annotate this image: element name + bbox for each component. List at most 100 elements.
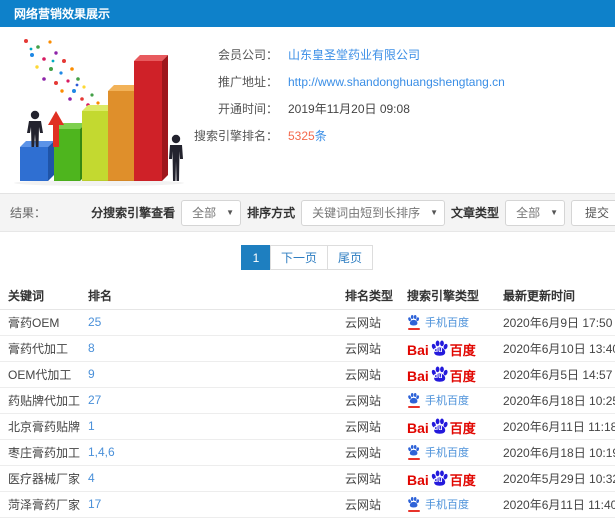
baidu-logo: Bai du 百度 bbox=[407, 339, 476, 357]
bar-chart-growth-image bbox=[14, 39, 184, 186]
baidu-logo-du: du bbox=[433, 346, 443, 354]
baidu-logo-paw: du bbox=[430, 417, 449, 435]
rank-type-cell: 云网站 bbox=[337, 387, 399, 414]
column-header: 排名 bbox=[80, 282, 337, 310]
keyword-cell: 菏泽膏药厂家 bbox=[0, 491, 80, 518]
page-link[interactable]: 下一页 bbox=[269, 245, 328, 270]
baidu-paw-icon bbox=[408, 497, 420, 508]
engine-label: 手机百度 bbox=[425, 499, 469, 511]
mobile-baidu-badge: 手机百度 bbox=[407, 392, 469, 408]
ground-shadow bbox=[14, 180, 184, 186]
submit-button[interactable]: 提交 bbox=[571, 199, 615, 226]
info-row: 搜索引擎排名： 5325条 bbox=[186, 122, 615, 149]
info-label: 搜索引擎排名： bbox=[193, 129, 278, 143]
table-header-row: 关键词 排名 排名类型 搜索引擎类型 最新更新时间 bbox=[0, 282, 615, 310]
info-row: 会员公司： 山东皇圣堂药业有限公司 bbox=[186, 41, 615, 68]
rank-link[interactable]: 8 bbox=[88, 341, 95, 355]
select-value: 全部 bbox=[516, 206, 541, 220]
filter-select-2[interactable]: 全部 ▼ bbox=[505, 199, 565, 226]
table-row: OEM代加工 9 云网站 Bai du 百度 2020年6月5日 14:57 bbox=[0, 361, 615, 388]
rank-link[interactable]: 27 bbox=[88, 393, 101, 407]
hero-section: 会员公司： 山东皇圣堂药业有限公司 推广地址： http://www.shandong… bbox=[0, 27, 615, 193]
rank-link[interactable]: 1,4,6 bbox=[88, 445, 115, 459]
keyword-cell: 膏药OEM bbox=[0, 309, 80, 336]
rank-cell: 17 bbox=[80, 491, 337, 518]
info-label: 推广地址： bbox=[217, 75, 278, 89]
table-row: 膏药OEM 25 云网站 手机百度 2020年6月9日 17:50 bbox=[0, 309, 615, 336]
rank-type-cell: 云网站 bbox=[337, 491, 399, 518]
chevron-down-icon: ▼ bbox=[550, 208, 558, 217]
baidu-paw-icon bbox=[408, 445, 420, 456]
page-current[interactable]: 1 bbox=[240, 245, 271, 270]
updated-time-cell: 2020年6月10日 13:40 bbox=[495, 335, 615, 362]
filter-label-0: 分搜索引擎查看 bbox=[91, 206, 176, 220]
table-row: 枣庄膏药加工 1,4,6 云网站 手机百度 2020年6月18日 10:19 bbox=[0, 439, 615, 466]
engine-cell: Bai du 百度 bbox=[399, 465, 495, 492]
table-row: 药贴牌代加工 27 云网站 手机百度 2020年6月18日 10:25 bbox=[0, 387, 615, 414]
mobile-baidu-badge: 手机百度 bbox=[407, 314, 469, 330]
info-label: 开通时间： bbox=[217, 102, 278, 116]
info-row: 推广地址： http://www.shandonghuangshengtang.c… bbox=[186, 68, 615, 95]
rank-link[interactable]: 25 bbox=[88, 315, 101, 329]
filter-select-1[interactable]: 关键词由短到长排序 ▼ bbox=[301, 199, 446, 226]
updated-time-cell: 2020年6月11日 11:40 bbox=[495, 491, 615, 518]
baidu-logo-du: du bbox=[433, 424, 443, 432]
baidu-logo-cn: 百度 bbox=[449, 472, 476, 488]
header-bar: 网络营销效果展示 bbox=[0, 0, 615, 27]
engine-cell: 手机百度 bbox=[399, 387, 495, 414]
engine-label: 手机百度 bbox=[425, 447, 469, 459]
select-value: 全部 bbox=[192, 206, 217, 220]
rank-link[interactable]: 9 bbox=[88, 367, 95, 381]
updated-time-cell: 2020年5月29日 10:32 bbox=[495, 465, 615, 492]
rank-type-cell: 云网站 bbox=[337, 439, 399, 466]
baidu-logo-cn: 百度 bbox=[449, 368, 476, 384]
keywords-table: 关键词 排名 排名类型 搜索引擎类型 最新更新时间 膏药OEM 25 云网站 手机百度 202… bbox=[0, 282, 615, 518]
engine-cell: Bai du 百度 bbox=[399, 413, 495, 440]
updated-time-cell: 2020年6月18日 10:25 bbox=[495, 387, 615, 414]
engine-cell: 手机百度 bbox=[399, 491, 495, 518]
rank-cell: 4 bbox=[80, 465, 337, 492]
info-value[interactable]: http://www.shandonghuangshengtang.cn bbox=[278, 75, 505, 89]
rank-link[interactable]: 1 bbox=[88, 419, 95, 433]
table-head: 关键词 排名 排名类型 搜索引擎类型 最新更新时间 bbox=[0, 282, 615, 310]
table-body: 膏药OEM 25 云网站 手机百度 2020年6月9日 17:50 膏药代加工 8 云网站 B… bbox=[0, 309, 615, 518]
rank-cell: 8 bbox=[80, 335, 337, 362]
pagination: 1 下一页 尾页 bbox=[0, 232, 615, 282]
select-value: 关键词由短到长排序 bbox=[312, 206, 421, 220]
info-value[interactable]: 山东皇圣堂药业有限公司 bbox=[278, 46, 420, 63]
baidu-logo-cn: 百度 bbox=[449, 342, 476, 358]
rank-cell: 1,4,6 bbox=[80, 439, 337, 466]
mobile-baidu-icon bbox=[407, 496, 420, 512]
mobile-baidu-icon bbox=[407, 444, 420, 460]
baidu-paw-icon bbox=[408, 393, 420, 404]
rank-link[interactable]: 17 bbox=[88, 497, 101, 511]
mobile-baidu-badge: 手机百度 bbox=[407, 444, 469, 460]
baidu-logo-paw: du bbox=[430, 339, 449, 357]
baidu-logo-cn: 百度 bbox=[449, 420, 476, 436]
baidu-logo-paw: du bbox=[430, 365, 449, 383]
baidu-logo: Bai du 百度 bbox=[407, 365, 476, 383]
result-label: 结果： bbox=[10, 206, 47, 220]
businessman-right bbox=[169, 134, 183, 181]
baidu-logo-bai: Bai bbox=[407, 419, 429, 436]
rank-cell: 9 bbox=[80, 361, 337, 388]
rank-link[interactable]: 4 bbox=[88, 471, 95, 485]
info-label: 会员公司： bbox=[217, 48, 278, 62]
mobile-baidu-badge: 手机百度 bbox=[407, 496, 469, 512]
rank-cell: 27 bbox=[80, 387, 337, 414]
filter-select-0[interactable]: 全部 ▼ bbox=[181, 199, 242, 226]
page-title: 网络营销效果展示 bbox=[14, 7, 111, 21]
baidu-logo-bai: Bai bbox=[407, 471, 429, 488]
page-link[interactable]: 尾页 bbox=[327, 245, 374, 270]
table-row: 菏泽膏药厂家 17 云网站 手机百度 2020年6月11日 11:40 bbox=[0, 491, 615, 518]
member-info: 会员公司： 山东皇圣堂药业有限公司 推广地址： http://www.shandong… bbox=[186, 35, 615, 187]
mobile-baidu-icon bbox=[407, 392, 420, 408]
baidu-red-underline bbox=[407, 458, 420, 460]
filter-label-2: 文章类型 bbox=[451, 206, 500, 220]
baidu-red-underline bbox=[407, 406, 420, 408]
rank-cell: 25 bbox=[80, 309, 337, 336]
updated-time-cell: 2020年6月11日 11:18 bbox=[495, 413, 615, 440]
keyword-cell: 北京膏药贴牌 bbox=[0, 413, 80, 440]
rank-cell: 1 bbox=[80, 413, 337, 440]
bars bbox=[20, 55, 168, 181]
